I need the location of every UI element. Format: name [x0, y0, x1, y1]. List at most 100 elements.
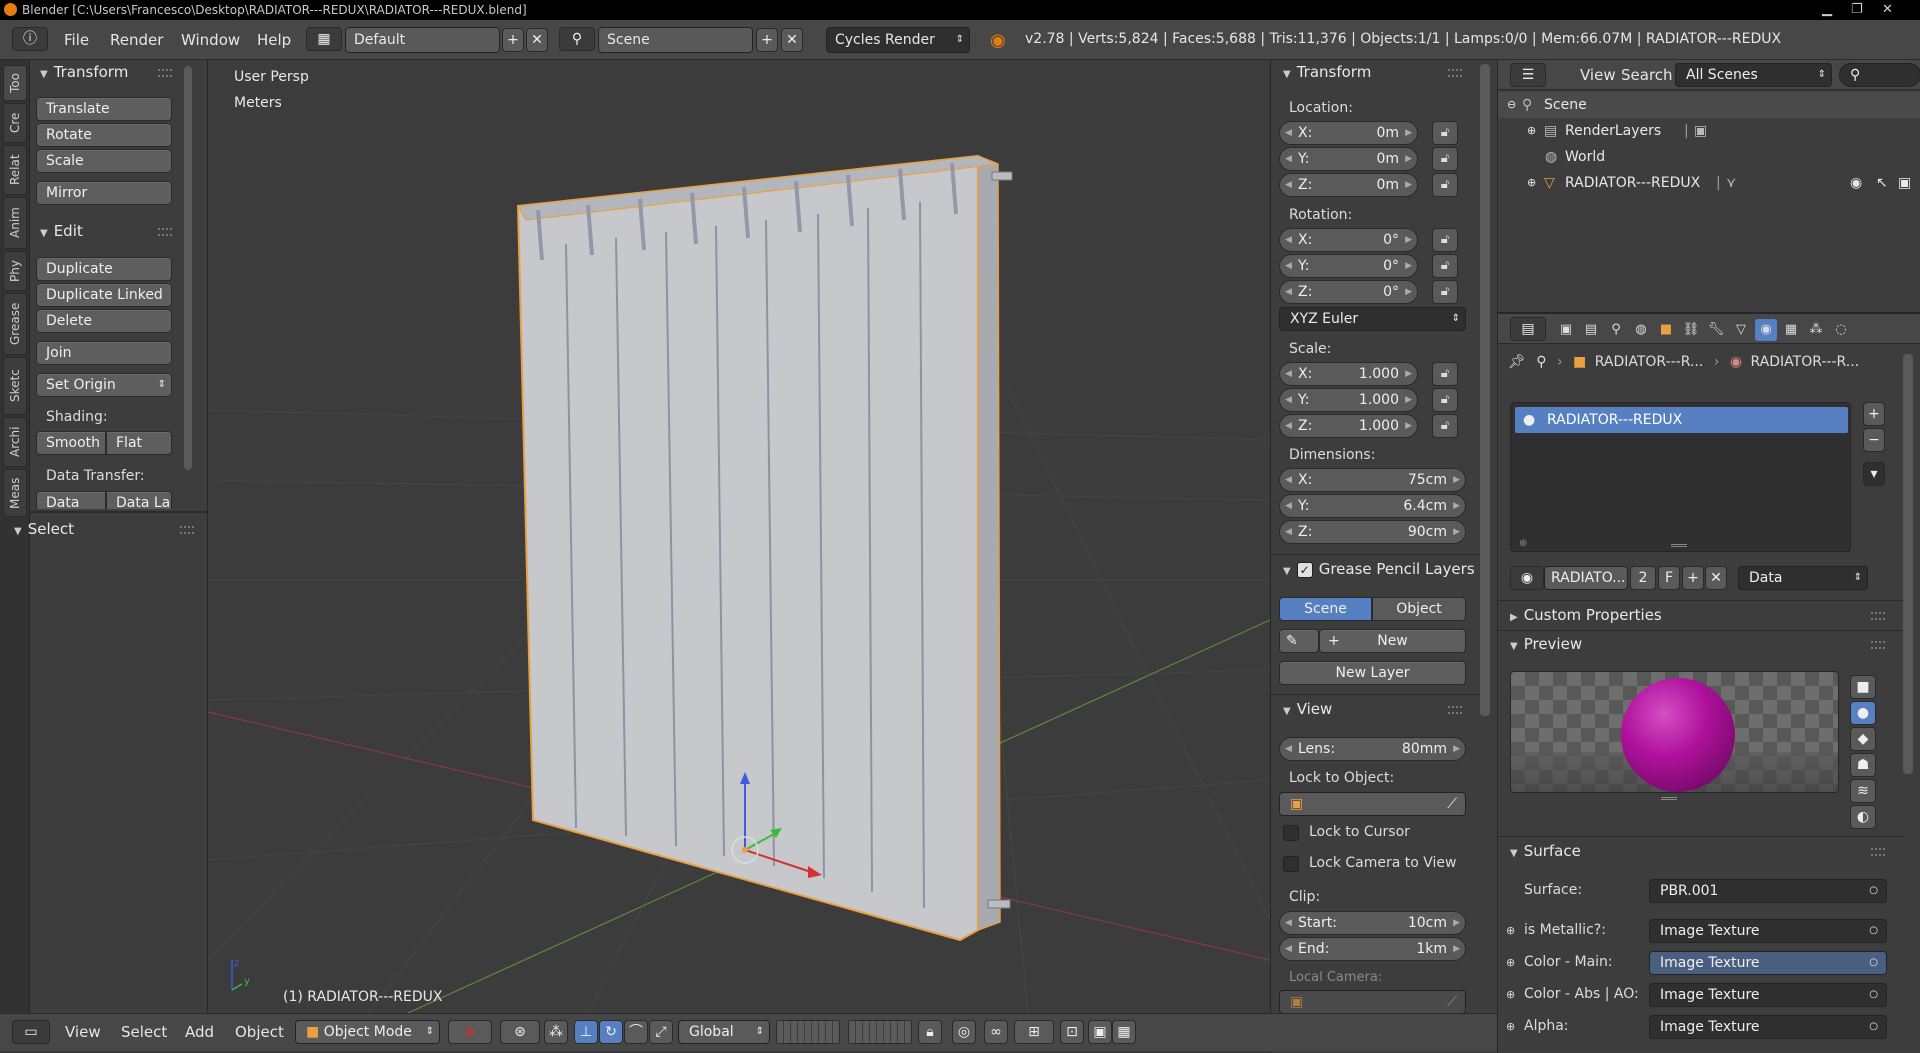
- add-slot-icon[interactable]: +: [1863, 402, 1885, 426]
- material-users-button[interactable]: 2: [1630, 566, 1656, 590]
- panel-grip-icon[interactable]: [1448, 706, 1462, 714]
- scale-y-field[interactable]: ◀ Y: 1.000 ▶: [1279, 388, 1418, 412]
- object-tab-icon[interactable]: ■: [1655, 319, 1677, 341]
- scene-icon[interactable]: ⚲: [559, 27, 595, 51]
- preview-sky-icon[interactable]: ◐: [1850, 805, 1876, 829]
- grease-pencil-checkbox[interactable]: ✓: [1296, 561, 1313, 578]
- viewport-add-menu[interactable]: Add: [185, 1023, 214, 1041]
- remove-slot-icon[interactable]: −: [1863, 428, 1885, 452]
- remove-scene-icon[interactable]: ✕: [781, 28, 803, 52]
- preview-sphere-icon[interactable]: ●: [1850, 701, 1876, 725]
- scale-manipulator-icon[interactable]: ⤢: [649, 1020, 673, 1044]
- input-value-dropdown[interactable]: Image Texture ○: [1649, 983, 1887, 1007]
- custom-properties-header[interactable]: ▶ Custom Properties: [1510, 606, 1662, 624]
- particles-tab-icon[interactable]: ⁂: [1805, 319, 1827, 341]
- viewport-view-menu[interactable]: View: [65, 1023, 101, 1041]
- lock-icon[interactable]: 🔓︎: [1432, 388, 1458, 412]
- data-tab-icon[interactable]: ▽: [1730, 319, 1752, 341]
- layout-grid-icon[interactable]: ▦: [306, 27, 342, 51]
- selectability-cursor-icon[interactable]: ↖: [1876, 170, 1888, 196]
- panel-grip-icon[interactable]: [1871, 612, 1885, 620]
- menu-render[interactable]: Render: [110, 31, 163, 49]
- location-z-field[interactable]: ◀ Z: 0m ▶: [1279, 173, 1418, 197]
- manipulator-toggle-icon[interactable]: ⁂: [544, 1020, 568, 1044]
- remove-layout-icon[interactable]: ✕: [526, 28, 548, 52]
- display-mode-dropdown[interactable]: All Scenes ⇕: [1675, 63, 1832, 87]
- unlink-material-icon[interactable]: ✕: [1705, 566, 1727, 590]
- slot-specials-icon[interactable]: ▾: [1863, 462, 1885, 486]
- view-panel-header[interactable]: ▼ View: [1283, 700, 1332, 718]
- grease-object-toggle[interactable]: Object: [1372, 597, 1466, 621]
- rotation-y-field[interactable]: ◀ Y: 0° ▶: [1279, 254, 1418, 278]
- snap-element-icon[interactable]: ⊞: [1014, 1020, 1054, 1044]
- material-browse-icon[interactable]: ◉: [1510, 566, 1544, 590]
- translate-manipulator-icon[interactable]: ⊥: [574, 1020, 598, 1044]
- input-value-dropdown[interactable]: Image Texture ○: [1649, 919, 1887, 943]
- surface-header[interactable]: ▼ Surface: [1510, 842, 1581, 860]
- material-name-field[interactable]: RADIATO...: [1544, 566, 1628, 590]
- surface-shader-dropdown[interactable]: PBR.001 ○: [1649, 879, 1887, 903]
- 3d-viewport[interactable]: z y User Persp Meters (1) RADIATOR---RED…: [208, 60, 1270, 1013]
- expand-input-icon[interactable]: ⊕: [1506, 988, 1515, 1001]
- clip-start-field[interactable]: ◀ Start: 10cm ▶: [1279, 911, 1466, 935]
- expand-input-icon[interactable]: ⊕: [1506, 924, 1515, 937]
- select-panel-header[interactable]: ▼ Select: [14, 520, 74, 538]
- pin-icon[interactable]: 📌︎: [1508, 354, 1526, 370]
- translate-button[interactable]: Translate: [36, 97, 172, 121]
- rotation-mode-dropdown[interactable]: XYZ Euler ⇕: [1279, 307, 1466, 331]
- dimensions-z-field[interactable]: ◀ Z: 90cm ▶: [1279, 520, 1466, 544]
- visibility-eye-icon[interactable]: ◉: [1850, 170, 1862, 196]
- join-button[interactable]: Join: [36, 341, 172, 365]
- mirror-button[interactable]: Mirror: [36, 181, 172, 205]
- maximize-icon[interactable]: ❐: [1851, 0, 1863, 20]
- data-transfer-button[interactable]: Data: [36, 491, 106, 509]
- viewport-shading-icon[interactable]: ⊗: [448, 1020, 492, 1044]
- add-layout-icon[interactable]: +: [502, 28, 524, 52]
- outliner-editor-icon[interactable]: ☰: [1510, 63, 1546, 87]
- grease-pencil-header[interactable]: ▼ ✓ Grease Pencil Layers: [1283, 560, 1475, 578]
- fake-user-button[interactable]: F: [1658, 566, 1680, 590]
- tab-animation[interactable]: Anim: [3, 197, 27, 249]
- lock-icon[interactable]: 🔓︎: [1432, 121, 1458, 145]
- eyedropper-icon[interactable]: ⟋: [1447, 991, 1457, 1013]
- menu-window[interactable]: Window: [181, 31, 240, 49]
- smooth-button[interactable]: Smooth: [36, 431, 106, 455]
- layout-name-field[interactable]: Default: [345, 27, 500, 53]
- tab-relations[interactable]: Relat: [3, 145, 27, 195]
- transform-orientation-dropdown[interactable]: Global ⇕: [678, 1020, 770, 1044]
- add-scene-icon[interactable]: +: [756, 28, 778, 52]
- rotation-x-field[interactable]: ◀ X: 0° ▶: [1279, 228, 1418, 252]
- editor-type-info-icon[interactable]: ⓘ: [12, 27, 48, 51]
- lock-icon[interactable]: 🔓︎: [1432, 414, 1458, 438]
- viewport-canvas[interactable]: [208, 60, 1270, 1013]
- constraints-tab-icon[interactable]: ⛓: [1680, 319, 1702, 341]
- arc-manipulator-icon[interactable]: ⌒: [624, 1020, 648, 1044]
- outliner-search-input[interactable]: ⚲: [1839, 63, 1920, 87]
- material-slot-list[interactable]: ● RADIATOR---REDUX ⊕: [1510, 402, 1851, 552]
- tab-archimesh[interactable]: Archi: [3, 417, 27, 467]
- eyedropper-icon[interactable]: ⟋: [1447, 793, 1457, 815]
- interaction-mode-dropdown[interactable]: ■ Object Mode ⇕: [295, 1020, 440, 1044]
- delete-button[interactable]: Delete: [36, 309, 172, 333]
- edit-panel-header[interactable]: ▼ Edit: [40, 222, 83, 240]
- lock-icon[interactable]: 🔓︎: [1432, 280, 1458, 304]
- layer-buttons-right[interactable]: [848, 1020, 912, 1044]
- render-tab-icon[interactable]: ▣: [1555, 319, 1577, 341]
- input-value-dropdown[interactable]: Image Texture ○: [1649, 1015, 1887, 1039]
- collapse-icon[interactable]: ⊖: [1507, 92, 1516, 118]
- scene-tab-icon[interactable]: ⚲: [1605, 319, 1627, 341]
- tab-sketch[interactable]: Sketc: [3, 357, 27, 415]
- list-resize-handle[interactable]: [1671, 544, 1687, 547]
- pencil-icon[interactable]: ✎: [1279, 629, 1319, 653]
- expand-icon[interactable]: ⊕: [1527, 118, 1536, 144]
- lock-camera-checkbox[interactable]: [1283, 856, 1299, 872]
- material-link-dropdown[interactable]: Data ⇕: [1738, 566, 1868, 590]
- toolshelf-scrollbar[interactable]: [184, 66, 192, 470]
- tab-measureit[interactable]: Meas: [3, 469, 27, 517]
- close-icon[interactable]: ✕: [1882, 0, 1893, 20]
- outliner-row-scene[interactable]: ⊖ ⚲ Scene: [1498, 92, 1920, 118]
- grease-scene-toggle[interactable]: Scene: [1279, 597, 1372, 621]
- expand-input-icon[interactable]: ⊕: [1506, 956, 1515, 969]
- preview-resize-handle[interactable]: [1661, 797, 1677, 800]
- duplicate-linked-button[interactable]: Duplicate Linked: [36, 283, 172, 307]
